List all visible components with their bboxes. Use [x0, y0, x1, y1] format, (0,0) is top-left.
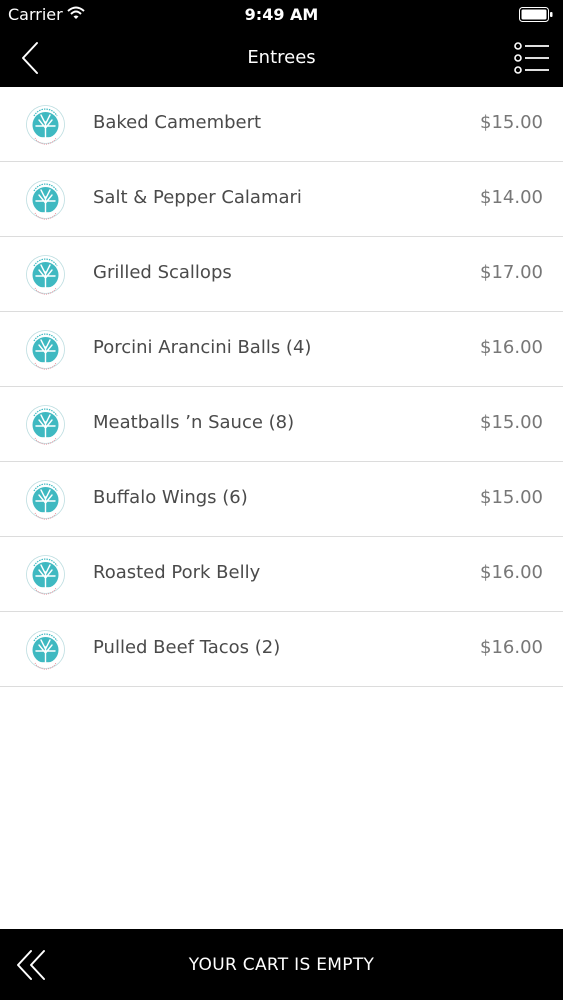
menu-item-name: Porcini Arancini Balls (4) — [93, 337, 312, 358]
app-screen: Carrier 9:49 AM Entrees Baked Camembert … — [0, 0, 563, 1000]
willowgrill-logo-icon — [26, 405, 65, 445]
willowgrill-logo-icon — [26, 630, 65, 670]
willowgrill-logo-icon — [26, 480, 65, 520]
menu-item-price: $17.00 — [480, 262, 543, 283]
menu-item-price: $15.00 — [480, 112, 543, 133]
menu-item-row[interactable]: Grilled Scallops $17.00 — [0, 237, 563, 312]
menu-item-row[interactable]: Meatballs ’n Sauce (8) $15.00 — [0, 387, 563, 462]
menu-item-row[interactable]: Buffalo Wings (6) $15.00 — [0, 462, 563, 537]
navigation-bar: Entrees — [0, 30, 563, 87]
willowgrill-logo-icon — [26, 180, 65, 220]
willowgrill-logo-icon — [26, 330, 65, 370]
willowgrill-logo-icon — [26, 555, 65, 595]
menu-item-name: Salt & Pepper Calamari — [93, 187, 302, 208]
menu-item-name: Buffalo Wings (6) — [93, 487, 248, 508]
willowgrill-logo-icon — [26, 255, 65, 295]
cart-bar[interactable]: YOUR CART IS EMPTY — [0, 929, 563, 1000]
willowgrill-logo-icon — [26, 105, 65, 145]
list-menu-icon — [514, 42, 549, 74]
clock: 9:49 AM — [244, 5, 319, 24]
menu-item-row[interactable]: Porcini Arancini Balls (4) $16.00 — [0, 312, 563, 387]
page-title: Entrees — [247, 47, 316, 68]
menu-item-row[interactable]: Pulled Beef Tacos (2) $16.00 — [0, 612, 563, 687]
menu-list: Baked Camembert $15.00 Salt & Pepper Cal… — [0, 87, 563, 687]
menu-item-name: Baked Camembert — [93, 112, 262, 133]
menu-button[interactable] — [513, 40, 551, 76]
menu-item-price: $15.00 — [480, 412, 543, 433]
menu-item-price: $16.00 — [480, 562, 543, 583]
cart-status: YOUR CART IS EMPTY — [188, 955, 375, 975]
menu-item-row[interactable]: Roasted Pork Belly $16.00 — [0, 537, 563, 612]
menu-item-row[interactable]: Salt & Pepper Calamari $14.00 — [0, 162, 563, 237]
menu-item-row[interactable]: Baked Camembert $15.00 — [0, 87, 563, 162]
menu-item-name: Roasted Pork Belly — [93, 562, 261, 583]
menu-item-name: Grilled Scallops — [93, 262, 232, 283]
menu-item-price: $16.00 — [480, 337, 543, 358]
menu-item-price: $16.00 — [480, 637, 543, 658]
battery-icon — [519, 7, 553, 22]
menu-item-price: $14.00 — [480, 187, 543, 208]
menu-item-price: $15.00 — [480, 487, 543, 508]
menu-item-name: Meatballs ’n Sauce (8) — [93, 412, 295, 433]
menu-item-name: Pulled Beef Tacos (2) — [93, 637, 281, 658]
status-bar: Carrier 9:49 AM — [0, 0, 563, 30]
